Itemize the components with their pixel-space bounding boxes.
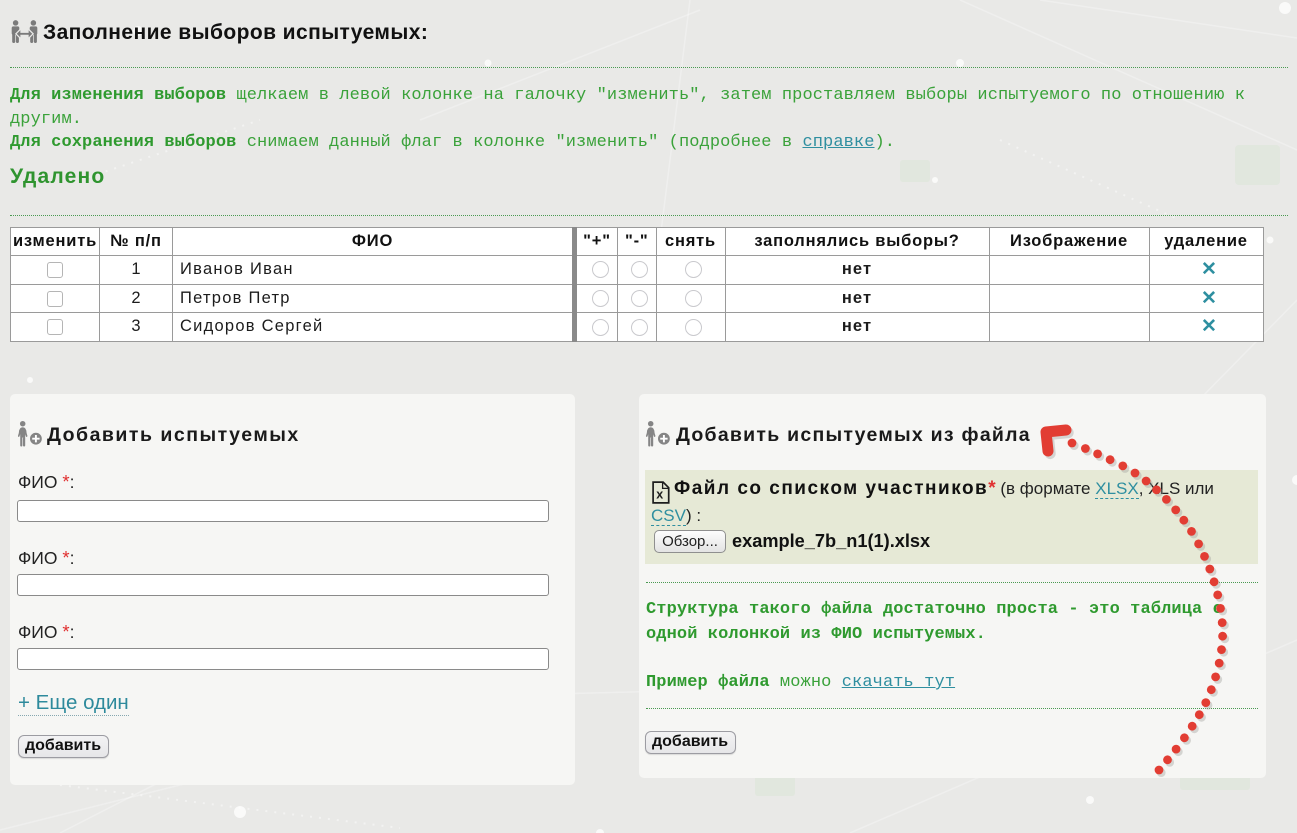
svg-text:x: x [656,488,663,502]
